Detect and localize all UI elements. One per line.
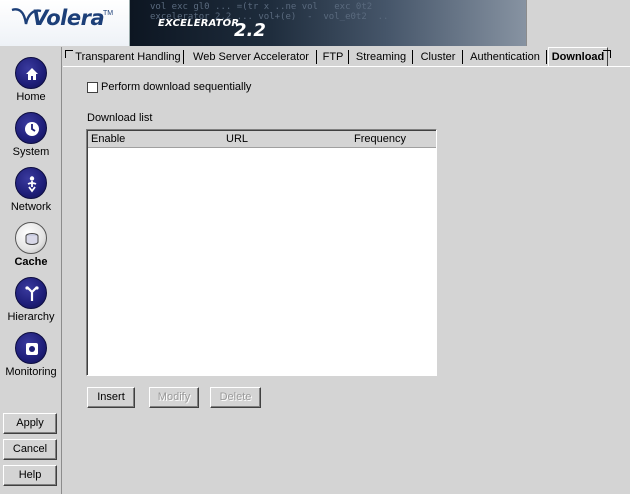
insert-button[interactable]: Insert [87, 387, 135, 408]
apply-button[interactable]: Apply [3, 413, 57, 434]
tab-separator [462, 50, 463, 64]
cancel-button[interactable]: Cancel [3, 439, 57, 460]
tab-streaming[interactable]: Streaming [351, 49, 411, 66]
tab-separator [412, 50, 413, 64]
sidebar: Home System Network Cache Hierarchy Moni… [0, 47, 62, 494]
network-icon [15, 167, 47, 199]
sidebar-item-label: Cache [14, 256, 48, 268]
modify-button[interactable]: Modify [149, 387, 199, 408]
tab-bar: Transparent Handling Web Server Accelera… [63, 47, 630, 66]
sidebar-item-label: Home [16, 91, 46, 103]
header-spacer [526, 0, 630, 46]
product-version: 2.2 [234, 20, 266, 41]
sidebar-item-home[interactable]: Home [0, 57, 62, 111]
tab-scroll-right-marker [603, 50, 611, 58]
sidebar-item-label: Monitoring [5, 366, 57, 378]
column-header-frequency[interactable]: Frequency [354, 133, 406, 145]
product-name: EXCELERATOR [158, 18, 240, 29]
column-header-url[interactable]: URL [226, 133, 248, 145]
tab-scroll-left-marker [65, 50, 73, 58]
tab-separator [183, 50, 184, 64]
logo-trademark: TM [103, 10, 114, 17]
tab-separator [348, 50, 349, 64]
tab-separator [546, 50, 547, 64]
download-list-header: Enable URL Frequency [88, 131, 436, 148]
sequential-download-label: Perform download sequentially [101, 81, 252, 93]
monitoring-icon [15, 332, 47, 364]
column-header-enable[interactable]: Enable [91, 133, 125, 145]
app-header: Volera TM vol exc gl0 ... =(tr x ..ne vo… [0, 0, 630, 46]
sidebar-item-label: System [12, 146, 50, 158]
tab-web-server-accelerator[interactable]: Web Server Accelerator [187, 49, 315, 66]
tab-download[interactable]: Download [548, 47, 608, 66]
tab-separator [316, 50, 317, 64]
hierarchy-icon [15, 277, 47, 309]
download-list-title: Download list [87, 112, 153, 124]
product-banner: vol exc gl0 ... =(tr x ..ne vol exc 0t2 … [130, 0, 526, 46]
home-icon [15, 57, 47, 89]
sidebar-item-label: Network [10, 201, 52, 213]
clock-icon [15, 112, 47, 144]
tab-cluster[interactable]: Cluster [415, 49, 461, 66]
tab-ftp[interactable]: FTP [319, 49, 347, 66]
sidebar-item-network[interactable]: Network [0, 167, 62, 221]
sequential-download-checkbox[interactable] [87, 82, 98, 93]
download-list-table[interactable]: Enable URL Frequency [86, 129, 437, 376]
help-button[interactable]: Help [3, 465, 57, 486]
sidebar-item-hierarchy[interactable]: Hierarchy [0, 277, 62, 331]
delete-button[interactable]: Delete [210, 387, 261, 408]
logo-text: Volera [32, 6, 105, 30]
volera-logo: Volera TM [0, 0, 130, 46]
cache-icon [15, 222, 47, 254]
tab-authentication[interactable]: Authentication [465, 49, 545, 66]
sidebar-item-label: Hierarchy [7, 311, 55, 323]
sidebar-item-system[interactable]: System [0, 112, 62, 166]
sidebar-item-monitoring[interactable]: Monitoring [0, 332, 62, 386]
tab-transparent-handling[interactable]: Transparent Handling [73, 49, 183, 66]
download-panel: Perform download sequentially Download l… [63, 66, 630, 494]
sidebar-item-cache[interactable]: Cache [0, 222, 62, 276]
